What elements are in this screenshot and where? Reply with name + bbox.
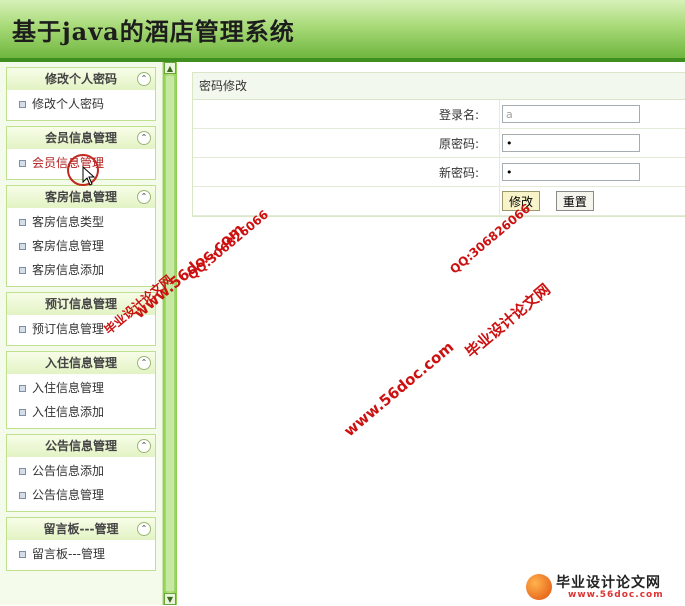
new-password-label: 新密码: (193, 157, 500, 187)
sidebar-item-room-type[interactable]: 客房信息类型 (7, 210, 155, 234)
bullet-icon (19, 267, 26, 274)
bullet-icon (19, 551, 26, 558)
empty-cell (193, 186, 500, 216)
sidebar-item-message-manage[interactable]: 留言板---管理 (7, 542, 155, 566)
bullet-icon (19, 160, 26, 167)
sidebar-item-change-password[interactable]: 修改个人密码 (7, 92, 155, 116)
form-row: 新密码: (193, 157, 685, 187)
sidebar-item-room-manage[interactable]: 客房信息管理 (7, 234, 155, 258)
sidebar-group-notice: 公告信息管理 ⌃ 公告信息添加 公告信息管理 (6, 434, 156, 512)
app-title: 基于java的酒店管理系统 (12, 17, 295, 46)
bullet-icon (19, 492, 26, 499)
group-title: 预订信息管理 (44, 297, 117, 311)
old-password-label: 原密码: (193, 128, 500, 158)
username-label: 登录名: (193, 100, 500, 129)
sidebar-group-password: 修改个人密码 ⌃ 修改个人密码 (6, 67, 156, 121)
form-row: 修改 重置 (193, 186, 685, 216)
sidebar-item-booking-manage[interactable]: 预订信息管理 (7, 317, 155, 341)
group-header[interactable]: 会员信息管理 ⌃ (7, 127, 155, 149)
sidebar-item-notice-add[interactable]: 公告信息添加 (7, 459, 155, 483)
sidebar-item-room-add[interactable]: 客房信息添加 (7, 258, 155, 282)
scroll-down-icon[interactable]: ▼ (164, 593, 176, 605)
old-password-input[interactable] (502, 134, 640, 152)
reset-button[interactable]: 重置 (555, 191, 594, 211)
sidebar-item-checkin-manage[interactable]: 入住信息管理 (7, 376, 155, 400)
form-row: 原密码: (193, 128, 685, 158)
collapse-icon[interactable]: ⌃ (137, 190, 151, 204)
brand-url: www.56doc.com (568, 590, 664, 600)
collapse-icon[interactable]: ⌃ (137, 522, 151, 536)
sidebar-scrollbar[interactable]: ▲ ▼ (163, 62, 177, 605)
sidebar-item-notice-manage[interactable]: 公告信息管理 (7, 483, 155, 507)
bullet-icon (19, 219, 26, 226)
bullet-icon (19, 409, 26, 416)
group-title: 客房信息管理 (44, 190, 117, 204)
sidebar-group-message: 留言板---管理 ⌃ 留言板---管理 (6, 517, 156, 571)
group-title: 入住信息管理 (44, 356, 117, 370)
group-title: 修改个人密码 (44, 72, 117, 86)
collapse-icon[interactable]: ⌃ (137, 356, 151, 370)
group-title: 公告信息管理 (44, 439, 117, 453)
password-panel: 密码修改 登录名: 原密码: 新密码: 修改 重置 (192, 72, 685, 217)
collapse-icon[interactable]: ⌃ (137, 72, 151, 86)
mouse-cursor-icon (82, 166, 96, 186)
panel-title: 密码修改 (193, 73, 685, 100)
sidebar-group-checkin: 入住信息管理 ⌃ 入住信息管理 入住信息添加 (6, 351, 156, 429)
group-title: 留言板---管理 (43, 522, 119, 536)
username-input[interactable] (502, 105, 640, 123)
sidebar-item-checkin-add[interactable]: 入住信息添加 (7, 400, 155, 424)
group-header[interactable]: 公告信息管理 ⌃ (7, 435, 155, 457)
sidebar: 修改个人密码 ⌃ 修改个人密码 会员信息管理 ⌃ 会员信息管理 客房信息管理 ⌃… (0, 62, 163, 605)
form-row: 登录名: (193, 100, 685, 129)
scroll-up-icon[interactable]: ▲ (164, 62, 176, 74)
bullet-icon (19, 468, 26, 475)
group-header[interactable]: 修改个人密码 ⌃ (7, 68, 155, 90)
scroll-track[interactable] (165, 76, 175, 591)
collapse-icon[interactable]: ⌃ (137, 131, 151, 145)
brand-title: 毕业设计论文网 (556, 575, 661, 591)
bullet-icon (19, 326, 26, 333)
bullet-icon (19, 101, 26, 108)
group-header[interactable]: 留言板---管理 ⌃ (7, 518, 155, 540)
group-title: 会员信息管理 (44, 131, 117, 145)
password-form: 登录名: 原密码: 新密码: 修改 重置 (193, 100, 685, 216)
group-header[interactable]: 客房信息管理 ⌃ (7, 186, 155, 208)
brand-logo-icon (526, 574, 552, 600)
sidebar-group-room: 客房信息管理 ⌃ 客房信息类型 客房信息管理 客房信息添加 (6, 185, 156, 287)
new-password-input[interactable] (502, 163, 640, 181)
group-header[interactable]: 入住信息管理 ⌃ (7, 352, 155, 374)
app-header: 基于java的酒店管理系统 (0, 0, 685, 62)
brand-logo: 毕业设计论文网 www.56doc.com (524, 572, 684, 604)
collapse-icon[interactable]: ⌃ (137, 439, 151, 453)
bullet-icon (19, 243, 26, 250)
main-content: 密码修改 登录名: 原密码: 新密码: 修改 重置 (178, 62, 685, 605)
bullet-icon (19, 385, 26, 392)
